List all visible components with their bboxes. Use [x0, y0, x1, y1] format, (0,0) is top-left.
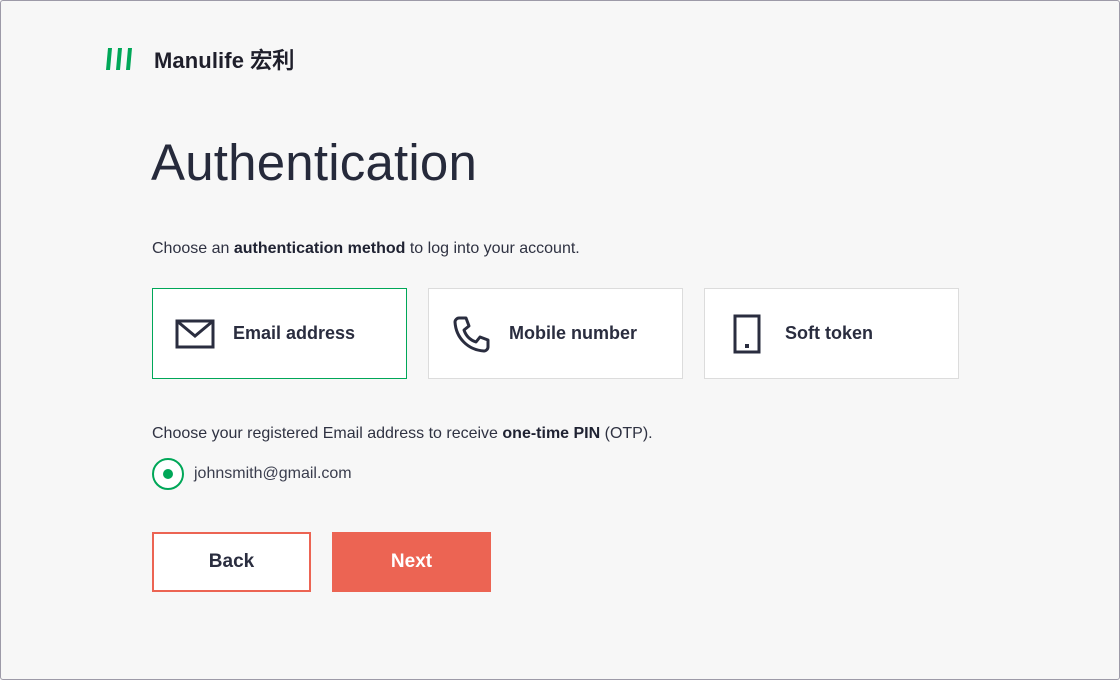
envelope-icon	[175, 314, 215, 354]
page-frame: Manulife 宏利 Authentication Choose an aut…	[0, 0, 1120, 680]
otp-prompt: Choose your registered Email address to …	[152, 425, 653, 443]
brand-logo[interactable]: Manulife 宏利	[105, 43, 294, 75]
method-mobile-label: Mobile number	[509, 323, 638, 343]
back-button[interactable]: Back	[152, 532, 311, 592]
next-button[interactable]: Next	[332, 532, 491, 592]
mobile-device-icon	[727, 314, 767, 354]
intro-suffix: to log into your account.	[405, 240, 580, 257]
email-radio-button[interactable]	[152, 458, 184, 490]
otp-bold: one-time PIN	[502, 425, 601, 442]
method-email-label: Email address	[233, 323, 356, 343]
method-softtoken-card[interactable]: Soft token	[704, 288, 959, 379]
email-radio-label: johnsmith@gmail.com	[194, 465, 352, 482]
radio-selected-dot	[163, 469, 173, 479]
intro-bold: authentication method	[233, 240, 406, 257]
intro-prefix: Choose an	[152, 240, 234, 257]
brand-name: Manulife 宏利	[154, 48, 295, 73]
intro-text: Choose an authentication method to log i…	[152, 240, 580, 258]
method-softtoken-label: Soft token	[785, 323, 873, 343]
auth-method-options: Email address Mobile number Soft token	[152, 288, 959, 379]
method-email-card[interactable]: Email address	[152, 288, 407, 379]
manulife-logo-icon	[105, 47, 133, 71]
otp-prefix: Choose your registered Email address to …	[152, 425, 503, 442]
phone-icon	[451, 314, 491, 354]
page-title: Authentication	[151, 134, 478, 191]
method-mobile-card[interactable]: Mobile number	[428, 288, 683, 379]
email-radio-option[interactable]: johnsmith@gmail.com	[152, 458, 352, 490]
otp-suffix: (OTP).	[600, 425, 653, 442]
